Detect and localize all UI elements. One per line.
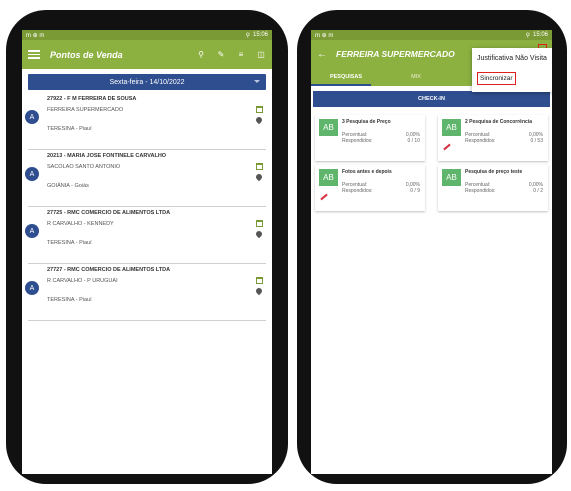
- status-bar: m ⊕ m ⚲ 15:06: [22, 30, 272, 40]
- date-selector-label: Sexta-feira - 14/10/2022: [109, 78, 185, 86]
- answered-label: Respondidos:: [465, 138, 496, 144]
- filter-icon[interactable]: ≡: [236, 50, 246, 59]
- avatar: A: [25, 110, 39, 124]
- back-arrow-icon[interactable]: ←: [317, 49, 327, 60]
- map-icon[interactable]: ◫: [256, 50, 266, 59]
- tab-mix[interactable]: MIX: [381, 74, 451, 80]
- location-pin-icon[interactable]: [254, 115, 264, 125]
- location-pin-icon[interactable]: [254, 229, 264, 239]
- calendar-icon[interactable]: [256, 163, 263, 170]
- answered-value: 0 / 10: [407, 138, 420, 144]
- answered-value: 0 / 53: [530, 138, 543, 144]
- store-city: TERESINA - Piauí: [47, 126, 92, 132]
- survey-badge: AB: [319, 119, 338, 136]
- store-city: TERESINA - Piauí: [47, 297, 92, 303]
- avatar: A: [25, 167, 39, 181]
- store-fantasy-name: FERREIRA SUPERMERCADO: [47, 107, 124, 113]
- person-edit-icon[interactable]: ✎: [216, 50, 226, 59]
- page-title: Pontos de Venda: [50, 49, 123, 60]
- store-name: 27922 - F M FERREIRA DE SOUSA: [47, 96, 137, 102]
- date-selector[interactable]: Sexta-feira - 14/10/2022: [28, 74, 266, 90]
- screen-pontos-de-venda: m ⊕ m ⚲ 15:06 Pontos de Venda ⚲ ✎ ≡ ◫ Se…: [22, 30, 272, 474]
- notification-icons: m ⊕ m: [315, 32, 334, 39]
- store-list-item[interactable]: 20213 - MARIA JOSE FONTINELE CARVALHO A …: [25, 150, 266, 207]
- menu-item-justificativa[interactable]: Justificativa Não Visita: [472, 48, 552, 68]
- location-icon: ⚲: [525, 32, 530, 39]
- avatar: A: [25, 224, 39, 238]
- checkin-label: CHECK-IN: [418, 96, 445, 102]
- survey-title: Pesquisa de preço teste: [465, 169, 523, 175]
- menu-item-label: Justificativa Não Visita: [477, 54, 547, 62]
- tab-pesquisas[interactable]: PESQUISAS: [311, 74, 381, 80]
- survey-badge: AB: [442, 119, 461, 136]
- survey-badge: AB: [319, 169, 338, 186]
- store-city: GOIÂNIA - Goiás: [47, 183, 89, 189]
- checkin-button[interactable]: CHECK-IN: [313, 91, 550, 107]
- phone-right: m ⊕ m ⚲ 15:06 ← FERREIRA SUPERMERCADO ⋮ …: [297, 10, 567, 484]
- store-list-item[interactable]: 27727 - RMC COMERCIO DE ALIMENTOS LTDA A…: [25, 264, 266, 321]
- hamburger-menu-icon[interactable]: [28, 50, 40, 59]
- phone-left: m ⊕ m ⚲ 15:06 Pontos de Venda ⚲ ✎ ≡ ◫ Se…: [6, 10, 288, 484]
- store-fantasy-name: SACOLAO SANTO ANTONIO: [47, 164, 121, 170]
- answered-value: 0 / 9: [410, 188, 420, 194]
- status-time: 15:06: [252, 32, 268, 38]
- store-fantasy-name: R CARVALHO - P URUGUAI: [47, 278, 118, 284]
- survey-title: Fotos antes e depois: [342, 169, 392, 175]
- survey-grid: AB 3 Pesquisa de Preço Percentual: 0,00% …: [311, 107, 552, 307]
- location-icon: ⚲: [245, 32, 250, 39]
- survey-title: 3 Pesquisa de Preço: [342, 119, 391, 125]
- answered-value: 0 / 2: [533, 188, 543, 194]
- menu-item-sincronizar[interactable]: Sincronizar: [472, 68, 552, 88]
- store-name: 27725 - RMC COMERCIO DE ALIMENTOS LTDA: [47, 210, 171, 216]
- search-icon[interactable]: ⚲: [196, 50, 206, 59]
- status-time: 15:06: [532, 32, 548, 38]
- pencil-icon: [443, 143, 451, 151]
- screen-store-detail: m ⊕ m ⚲ 15:06 ← FERREIRA SUPERMERCADO ⋮ …: [311, 30, 552, 474]
- store-name: 20213 - MARIA JOSE FONTINELE CARVALHO: [47, 153, 167, 159]
- app-bar: Pontos de Venda ⚲ ✎ ≡ ◫: [22, 40, 272, 69]
- store-list-item[interactable]: 27922 - F M FERREIRA DE SOUSA A FERREIRA…: [25, 93, 266, 150]
- calendar-icon[interactable]: [256, 220, 263, 227]
- calendar-icon[interactable]: [256, 277, 263, 284]
- location-pin-icon[interactable]: [254, 172, 264, 182]
- store-list-item[interactable]: 27725 - RMC COMERCIO DE ALIMENTOS LTDA A…: [25, 207, 266, 264]
- status-bar: m ⊕ m ⚲ 15:06: [311, 30, 552, 40]
- pencil-icon: [320, 193, 328, 201]
- survey-card[interactable]: AB 2 Pesquisa de Concorrência Percentual…: [438, 115, 548, 161]
- store-fantasy-name: R CARVALHO - KENNEDY: [47, 221, 114, 227]
- answered-label: Respondidos:: [465, 188, 496, 194]
- chevron-down-icon: [254, 80, 260, 83]
- location-pin-icon[interactable]: [254, 286, 264, 296]
- survey-badge: AB: [442, 169, 461, 186]
- avatar: A: [25, 281, 39, 295]
- survey-card[interactable]: AB Pesquisa de preço teste Percentual: 0,…: [438, 165, 548, 211]
- store-name: 27727 - RMC COMERCIO DE ALIMENTOS LTDA: [47, 267, 171, 273]
- survey-title: 2 Pesquisa de Concorrência: [465, 119, 532, 125]
- calendar-icon[interactable]: [256, 106, 263, 113]
- overflow-menu-popup: Justificativa Não Visita Sincronizar: [472, 48, 552, 92]
- answered-label: Respondidos:: [342, 188, 373, 194]
- active-tab-indicator: [311, 84, 371, 86]
- survey-card[interactable]: AB Fotos antes e depois Percentual: 0,00%…: [315, 165, 425, 211]
- notification-icons: m ⊕ m: [26, 32, 45, 39]
- menu-item-label: Sincronizar: [477, 71, 516, 85]
- survey-card[interactable]: AB 3 Pesquisa de Preço Percentual: 0,00% …: [315, 115, 425, 161]
- store-city: TERESINA - Piauí: [47, 240, 92, 246]
- screenshot-stage: m ⊕ m ⚲ 15:06 Pontos de Venda ⚲ ✎ ≡ ◫ Se…: [0, 0, 571, 491]
- answered-label: Respondidos:: [342, 138, 373, 144]
